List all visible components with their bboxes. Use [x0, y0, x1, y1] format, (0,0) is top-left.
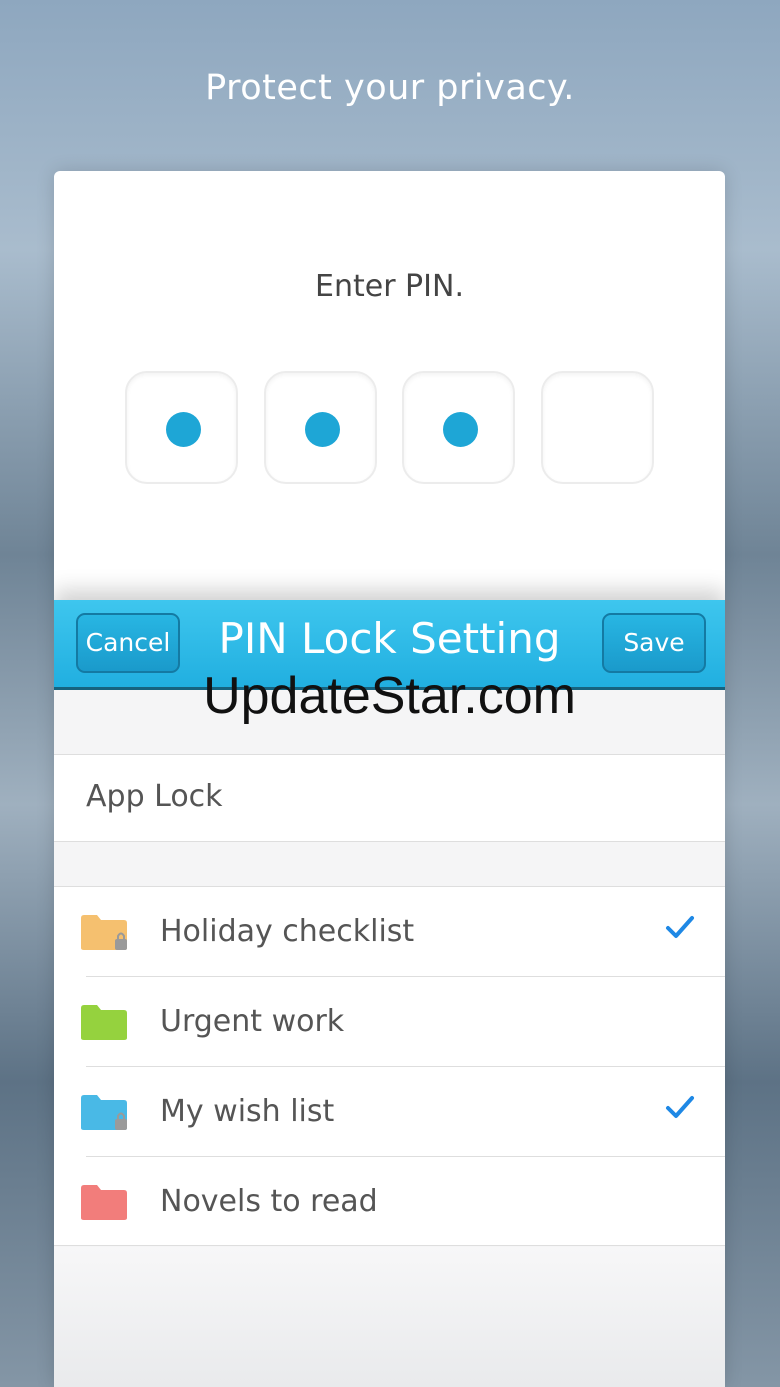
locked-folder-icon: [81, 1095, 127, 1130]
pin-card: Enter PIN. Cancel PIN Lock Setting Save …: [54, 171, 725, 1387]
list-item[interactable]: Holiday checklist: [54, 887, 725, 977]
pin-dot: [166, 412, 201, 447]
item-label: Holiday checklist: [160, 914, 415, 949]
pin-dot: [443, 412, 478, 447]
locked-folder-icon: [81, 915, 127, 950]
item-label: Urgent work: [160, 1004, 345, 1039]
pin-prompt: Enter PIN.: [315, 269, 464, 304]
save-button[interactable]: Save: [602, 613, 706, 673]
folder-icon: [81, 1185, 127, 1220]
item-label: My wish list: [160, 1094, 335, 1129]
folder-icon: [81, 1005, 127, 1040]
pin-box-3[interactable]: [402, 371, 515, 484]
folder-list: Holiday checklist Urgent work My wish li…: [54, 886, 725, 1246]
headline: Protect your privacy.: [205, 68, 575, 108]
sheet-footer: [54, 1247, 725, 1387]
list-item[interactable]: My wish list: [54, 1067, 725, 1157]
list-item[interactable]: Novels to read: [54, 1157, 725, 1247]
watermark: UpdateStar.com: [203, 667, 576, 725]
checkmark-icon: [666, 1096, 694, 1118]
list-item[interactable]: Urgent work: [54, 977, 725, 1067]
item-label: Novels to read: [160, 1184, 378, 1219]
pin-box-4[interactable]: [541, 371, 654, 484]
app-lock-row[interactable]: App Lock: [54, 754, 725, 842]
pin-dot: [305, 412, 340, 447]
app-lock-label: App Lock: [86, 779, 223, 814]
pin-box-1[interactable]: [125, 371, 238, 484]
checkmark-icon: [666, 916, 694, 938]
pin-box-2[interactable]: [264, 371, 377, 484]
